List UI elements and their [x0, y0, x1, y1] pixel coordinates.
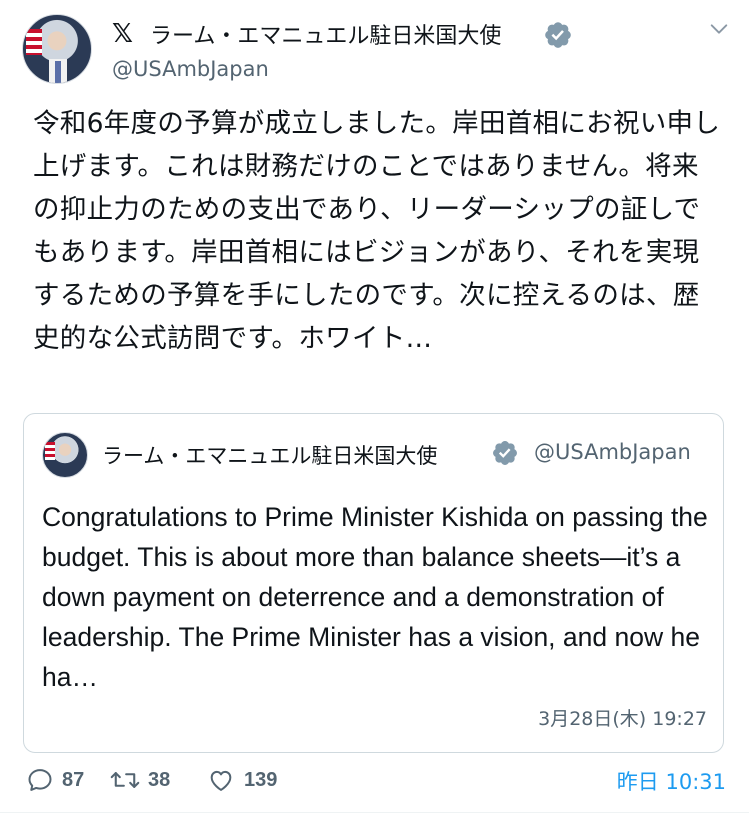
- flag-graphic: [26, 29, 42, 55]
- like-button[interactable]: 139: [206, 762, 277, 798]
- divider: [0, 812, 749, 813]
- reply-icon: [28, 769, 52, 791]
- verified-badge-icon: [545, 22, 571, 48]
- quoted-author-handle: @USAmbJapan: [534, 440, 691, 464]
- quoted-author-display-name: ラーム・エマニュエル駐日米国大使: [102, 444, 438, 468]
- like-count: 139: [244, 768, 278, 791]
- heart-icon: [210, 770, 232, 791]
- x-logo-icon: 𝕏: [112, 19, 133, 49]
- retweet-icon: [110, 772, 140, 788]
- reply-count: 87: [62, 768, 85, 791]
- tweet-header: 𝕏 ラーム・エマニュエル駐日米国大使 @USAmbJapan: [22, 14, 732, 90]
- chevron-down-icon[interactable]: [708, 18, 730, 40]
- tweet-action-bar: 87 38 139 昨日 10:31: [26, 762, 726, 798]
- quoted-tweet-timestamp: 3月28日(木) 19:27: [538, 708, 707, 730]
- quoted-tweet-card[interactable]: ラーム・エマニュエル駐日米国大使 @USAmbJapan Congratulat…: [23, 413, 724, 753]
- author-avatar[interactable]: [22, 14, 92, 84]
- tweet-body-text: 令和6年度の予算が成立しました。岸田首相にお祝い申し上げます。これは財務だけのこ…: [33, 108, 721, 354]
- author-display-name[interactable]: ラーム・エマニュエル駐日米国大使: [150, 18, 501, 50]
- quoted-tweet-text: Congratulations to Prime Minister Kishid…: [42, 502, 708, 692]
- retweet-count: 38: [148, 768, 171, 791]
- quoted-author-avatar: [42, 432, 88, 478]
- author-handle[interactable]: @USAmbJapan: [112, 57, 269, 81]
- reply-button[interactable]: 87: [26, 762, 84, 798]
- retweet-button[interactable]: 38: [110, 762, 170, 798]
- tweet-timestamp[interactable]: 昨日 10:31: [617, 766, 726, 796]
- verified-badge-icon: [493, 441, 517, 465]
